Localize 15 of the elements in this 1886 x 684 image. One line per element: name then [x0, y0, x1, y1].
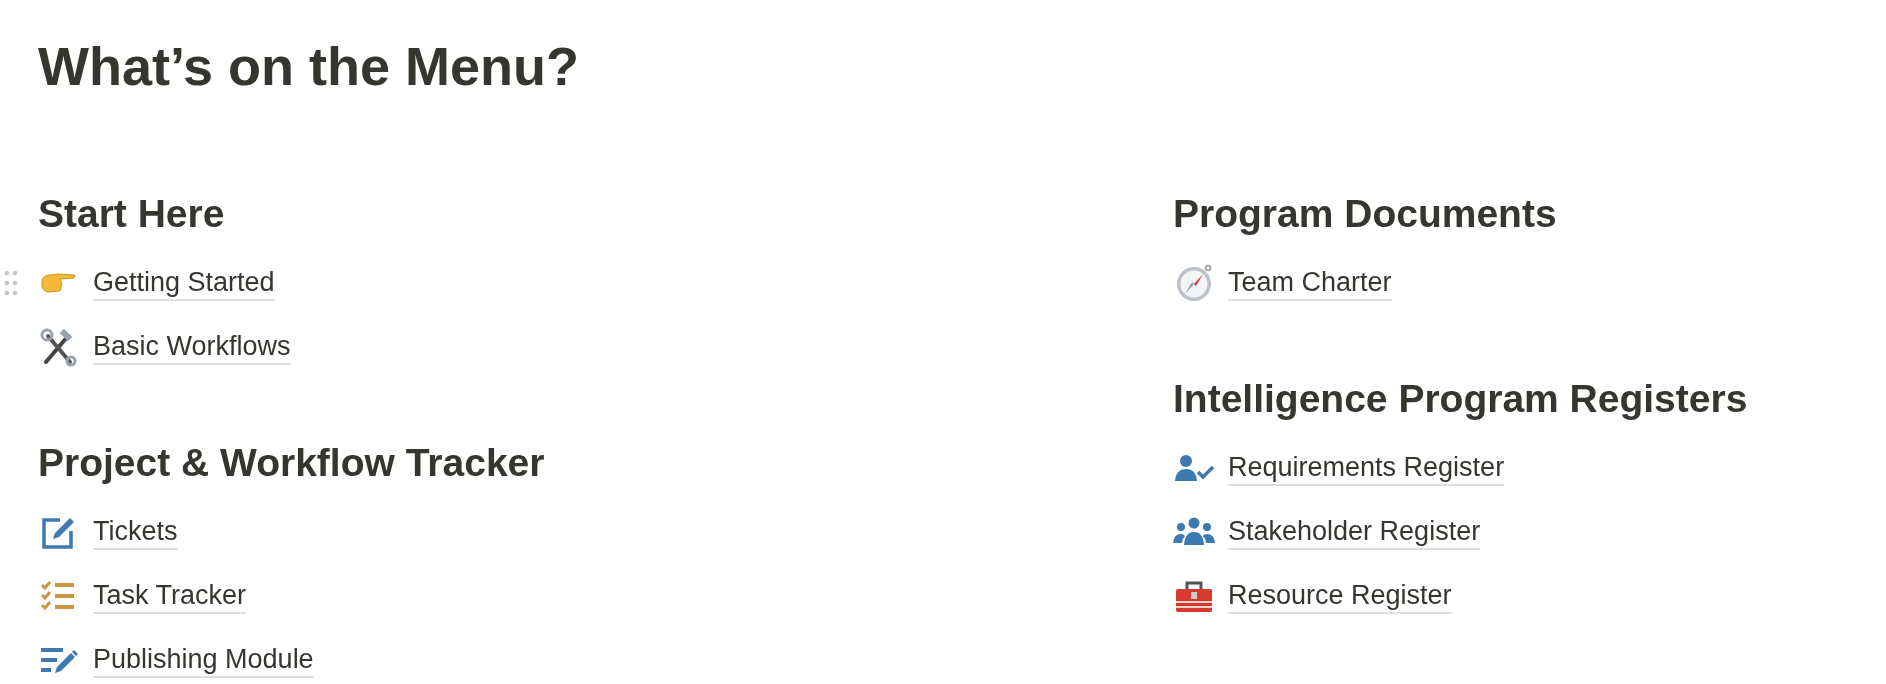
page-title: What’s on the Menu? — [38, 35, 580, 98]
page-link[interactable]: Resource Register — [1228, 578, 1452, 614]
page-link[interactable]: Basic Workflows — [93, 329, 291, 365]
page-link[interactable]: Stakeholder Register — [1228, 514, 1481, 550]
page-link[interactable]: Requirements Register — [1228, 450, 1505, 486]
section-heading: Project & Workflow Tracker — [38, 440, 546, 486]
page-link[interactable]: Getting Started — [93, 265, 275, 301]
section-heading: Program Documents — [1173, 191, 1558, 237]
page-link[interactable]: Team Charter — [1228, 265, 1392, 301]
drag-handle-icon[interactable] — [4, 270, 18, 296]
section-heading: Intelligence Program Registers — [1173, 376, 1749, 422]
page-link[interactable]: Publishing Module — [93, 642, 314, 678]
section-heading: Start Here — [38, 191, 226, 237]
page-link[interactable]: Tickets — [93, 514, 178, 550]
page-link[interactable]: Task Tracker — [93, 578, 247, 614]
